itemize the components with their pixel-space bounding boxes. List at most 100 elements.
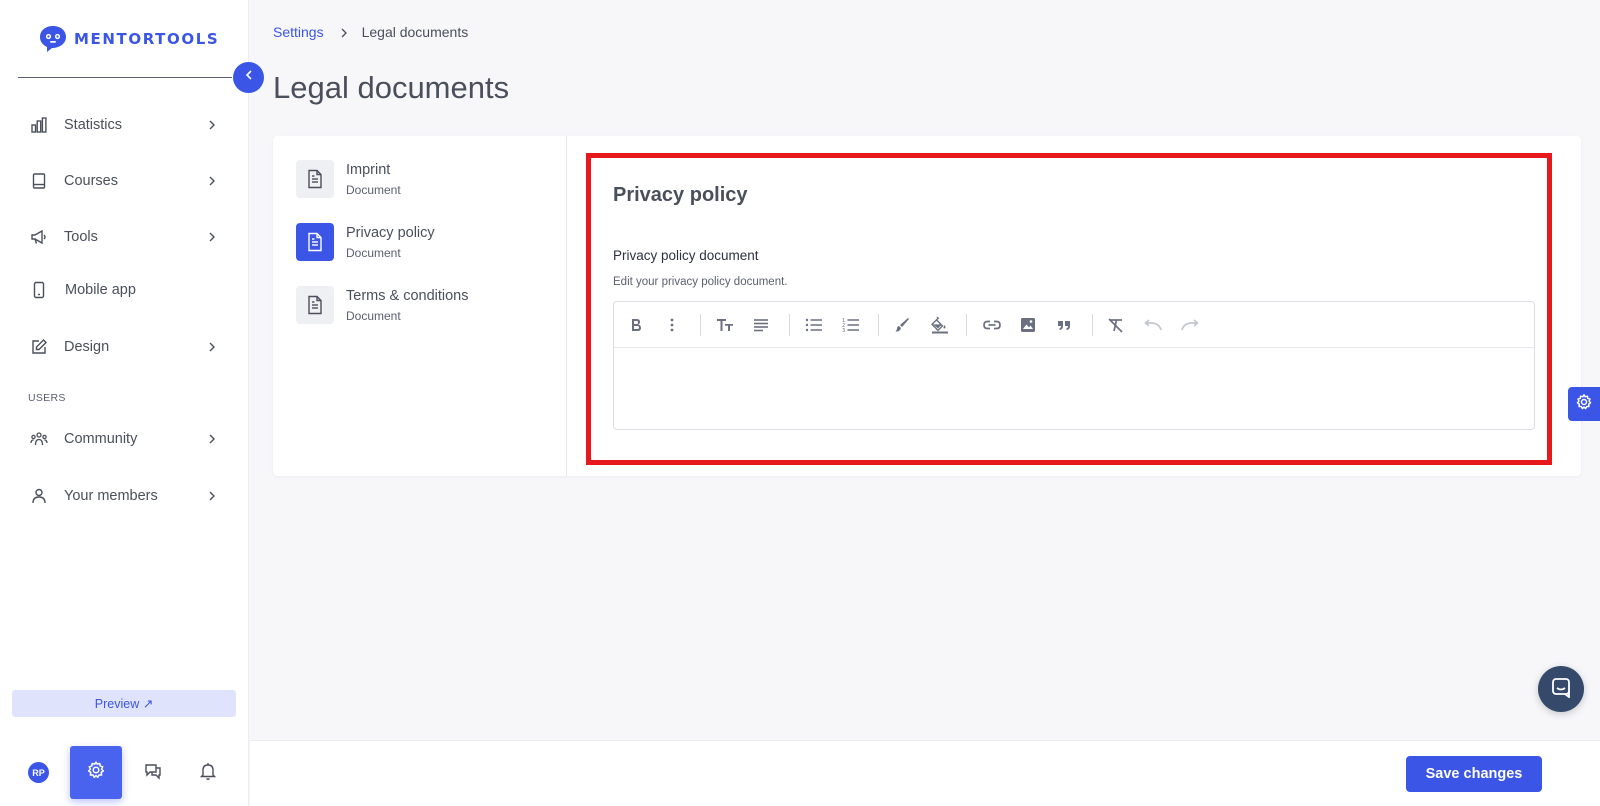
sidebar-bottom-bar: RP: [0, 740, 249, 800]
document-title: Terms & conditions: [346, 288, 469, 304]
sidebar-item-label: Tools: [64, 229, 98, 245]
document-item-imprint[interactable]: Imprint Document: [296, 160, 556, 200]
quote-icon: [1058, 321, 1070, 330]
document-subtitle: Document: [346, 309, 401, 323]
settings-button[interactable]: [70, 746, 122, 799]
text-align-button[interactable]: [751, 315, 771, 335]
document-subtitle: Document: [346, 246, 401, 260]
collapse-sidebar-button[interactable]: [233, 62, 264, 93]
blockquote-button[interactable]: [1054, 315, 1074, 335]
sidebar-item-label: Design: [64, 339, 110, 355]
chevron-right-icon: [338, 26, 350, 38]
brush-icon: [895, 318, 909, 332]
clear-format-icon: [1108, 318, 1123, 333]
breadcrumb-settings-link[interactable]: Settings: [273, 24, 324, 40]
more-options-button[interactable]: [662, 315, 682, 335]
community-icon: [29, 429, 49, 449]
chat-icon: [143, 761, 163, 786]
toolbar-separator: [1092, 314, 1093, 336]
editor-content-area[interactable]: [614, 349, 1534, 429]
logo-robot-icon: [38, 24, 68, 54]
sidebar-item-label: Your members: [64, 488, 158, 504]
messages-button[interactable]: [142, 762, 164, 784]
brand-logo[interactable]: MENTORTOOLS: [38, 24, 219, 54]
bullet-list-icon: [805, 318, 822, 332]
sidebar-item-your-members[interactable]: Your members: [0, 476, 249, 516]
notifications-button[interactable]: [197, 762, 219, 784]
numbered-list-icon: 123: [842, 318, 859, 333]
users-section-heading: USERS: [28, 392, 66, 404]
chevron-right-icon: [205, 174, 219, 188]
background-color-button[interactable]: [930, 315, 950, 335]
toolbar-separator: [878, 314, 879, 336]
rich-text-editor: 123: [613, 301, 1535, 430]
align-left-icon: [754, 319, 768, 332]
clear-format-button[interactable]: [1106, 315, 1126, 335]
toolbar-separator: [789, 314, 790, 336]
sidebar-divider: [18, 77, 232, 78]
floating-settings-button[interactable]: [1568, 387, 1600, 421]
sidebar-item-mobile-app[interactable]: Mobile app: [0, 270, 249, 310]
undo-icon: [1144, 319, 1162, 331]
redo-icon: [1181, 319, 1199, 331]
numbered-list-button[interactable]: 123: [841, 315, 861, 335]
bold-button[interactable]: [626, 315, 646, 335]
sidebar-item-tools[interactable]: Tools: [0, 217, 249, 257]
megaphone-icon: [29, 227, 49, 247]
brand-name: MENTORTOOLS: [74, 30, 220, 48]
bold-icon: [632, 319, 641, 331]
text-size-icon: [717, 319, 733, 331]
undo-button[interactable]: [1143, 315, 1163, 335]
document-item-privacy-policy[interactable]: Privacy policy Document: [296, 223, 556, 263]
editor-toolbar: 123: [614, 302, 1534, 348]
sidebar-item-statistics[interactable]: Statistics: [0, 105, 249, 145]
gear-icon: [1575, 393, 1593, 416]
text-color-button[interactable]: [892, 315, 912, 335]
save-changes-button[interactable]: Save changes: [1406, 756, 1542, 792]
sidebar-item-courses[interactable]: Courses: [0, 161, 249, 201]
support-chat-button[interactable]: [1538, 666, 1584, 712]
document-item-terms-conditions[interactable]: Terms & conditions Document: [296, 286, 556, 326]
card-divider: [566, 136, 567, 476]
sidebar-item-design[interactable]: Design: [0, 327, 249, 367]
bar-chart-icon: [29, 115, 49, 135]
bullet-list-button[interactable]: [804, 315, 824, 335]
paint-bucket-icon: [931, 316, 948, 334]
svg-text:3: 3: [842, 328, 845, 333]
bell-icon: [198, 761, 218, 786]
sidebar-item-label: Courses: [64, 173, 118, 189]
avatar[interactable]: RP: [28, 762, 49, 783]
breadcrumb-current: Legal documents: [361, 24, 469, 40]
chevron-right-icon: [205, 432, 219, 446]
toolbar-separator: [700, 314, 701, 336]
sidebar: MENTORTOOLS Statistics Courses Tools Mob…: [0, 0, 249, 806]
sidebar-item-label: Mobile app: [65, 282, 136, 298]
chevron-right-icon: [205, 230, 219, 244]
document-title: Imprint: [346, 162, 391, 178]
mobile-icon: [29, 280, 49, 300]
footer-bar: [250, 740, 1600, 806]
link-icon: [983, 320, 1001, 330]
chevron-right-icon: [205, 340, 219, 354]
font-size-button[interactable]: [715, 315, 735, 335]
sidebar-item-community[interactable]: Community: [0, 419, 249, 459]
redo-button[interactable]: [1180, 315, 1200, 335]
document-subtitle: Document: [346, 183, 401, 197]
pencil-icon: [29, 337, 49, 357]
chevron-right-icon: [205, 489, 219, 503]
preview-button[interactable]: Preview ↗: [12, 690, 236, 717]
vertical-dots-icon: [670, 318, 674, 332]
document-icon: [296, 286, 334, 324]
gear-icon: [86, 760, 106, 785]
toolbar-separator: [966, 314, 967, 336]
image-icon: [1021, 318, 1035, 332]
document-icon: [296, 160, 334, 198]
insert-link-button[interactable]: [982, 315, 1002, 335]
chat-bubble-icon: [1550, 676, 1572, 703]
field-help-text: Edit your privacy policy document.: [613, 276, 788, 288]
breadcrumb: Settings Legal documents: [273, 24, 468, 40]
user-icon: [29, 486, 49, 506]
field-label: Privacy policy document: [613, 248, 759, 263]
section-title: Privacy policy: [613, 184, 748, 206]
insert-image-button[interactable]: [1018, 315, 1038, 335]
